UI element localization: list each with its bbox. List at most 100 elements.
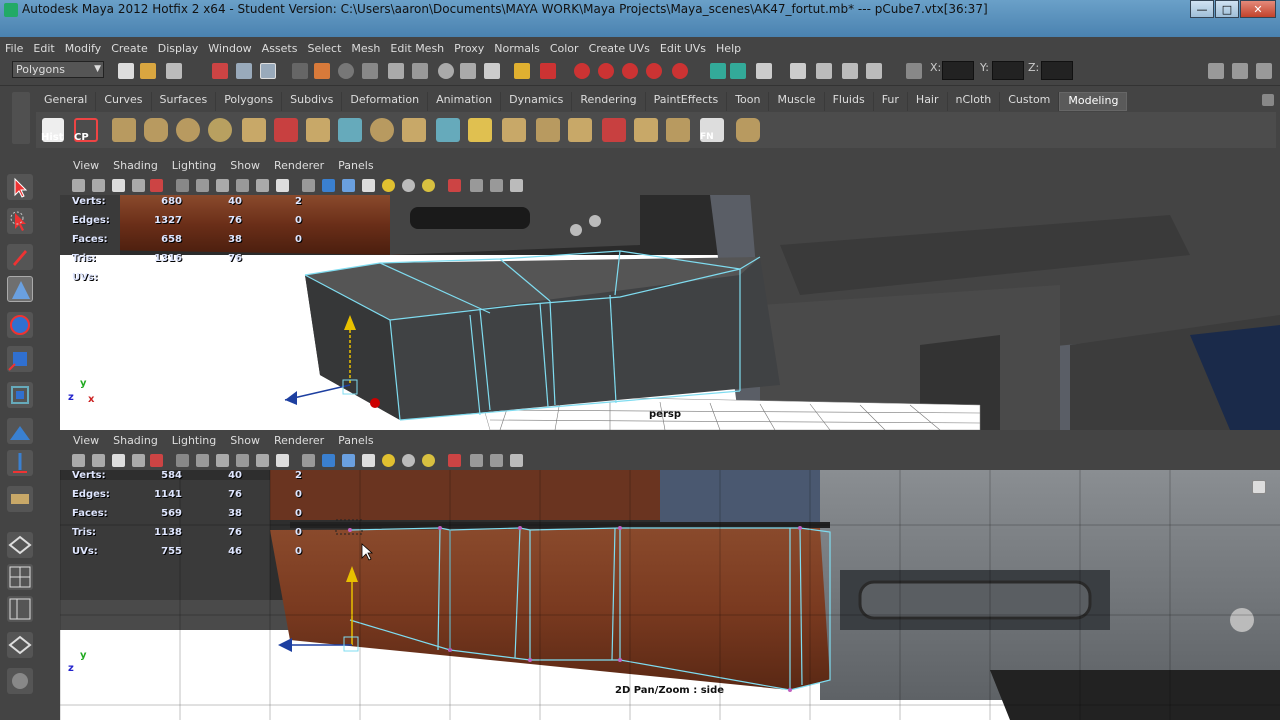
isolate-select-icon[interactable] (448, 179, 461, 192)
wireframe-icon[interactable] (302, 179, 315, 192)
menu-create-uvs[interactable]: Create UVs (584, 42, 655, 55)
tab-painteffects[interactable]: PaintEffects (646, 92, 728, 111)
shelf-menu-icon[interactable] (1262, 94, 1274, 106)
ipr-render-icon[interactable] (842, 63, 858, 79)
output-ops-icon[interactable] (730, 63, 746, 79)
viewport-corner-icon[interactable] (1252, 480, 1266, 494)
persp-outliner-layout-icon[interactable] (7, 596, 33, 622)
vp2-shadows-icon[interactable] (402, 454, 415, 467)
resolution-gate-icon[interactable] (216, 179, 229, 192)
input-ops-icon[interactable] (710, 63, 726, 79)
vp-menu-lighting[interactable]: Lighting (165, 159, 223, 176)
vp2-lighting-icon[interactable] (422, 454, 435, 467)
select-by-face-icon[interactable] (388, 63, 404, 79)
menu-edit[interactable]: Edit (28, 42, 59, 55)
vp2-gate-mask-icon[interactable] (236, 454, 249, 467)
menu-window[interactable]: Window (203, 42, 256, 55)
snap-to-plane-icon[interactable] (646, 63, 662, 79)
snap-to-curve-icon[interactable] (598, 63, 614, 79)
side-scene[interactable]: Verts: 584 40 2 Edges: 1141 76 0 Faces: 569 38 0 … (60, 470, 1280, 720)
snap-to-point-icon[interactable] (622, 63, 638, 79)
vp2-field-chart-icon[interactable] (256, 454, 269, 467)
vp2-menu-panels[interactable]: Panels (331, 434, 380, 451)
merge-icon[interactable] (568, 118, 592, 142)
vp2-wireframe-on-shaded-icon[interactable] (342, 454, 355, 467)
vp2-menu-renderer[interactable]: Renderer (267, 434, 331, 451)
tab-deformation[interactable]: Deformation (342, 92, 429, 111)
snap-live-icon[interactable] (672, 63, 688, 79)
field-chart-icon[interactable] (256, 179, 269, 192)
tab-surfaces[interactable]: Surfaces (152, 92, 217, 111)
delete-edge-icon[interactable] (602, 118, 626, 142)
textured-icon[interactable] (362, 179, 375, 192)
four-pane-layout-icon[interactable] (7, 564, 33, 590)
boolean-icon[interactable] (370, 118, 394, 142)
vp2-image-plane-icon[interactable] (132, 454, 145, 467)
vp2-bookmark-icon[interactable] (112, 454, 125, 467)
z-input[interactable] (1041, 61, 1073, 80)
hypershade-layout-icon[interactable] (7, 668, 33, 694)
image-plane-icon[interactable] (132, 179, 145, 192)
tab-ncloth[interactable]: nCloth (948, 92, 1001, 111)
vp2-smooth-shade-icon[interactable] (322, 454, 335, 467)
combine-icon[interactable] (242, 118, 266, 142)
menu-set-dropdown[interactable]: Polygons ▼ (12, 61, 104, 78)
soft-mod-tool-icon[interactable] (7, 418, 33, 444)
menu-select[interactable]: Select (302, 42, 346, 55)
vp2-camera-icon[interactable] (72, 454, 85, 467)
film-gate-icon[interactable] (196, 179, 209, 192)
menu-assets[interactable]: Assets (257, 42, 303, 55)
manipulator-tool-icon[interactable] (7, 382, 33, 408)
scale-tool-icon[interactable] (7, 346, 33, 372)
render-view-icon[interactable] (790, 63, 806, 79)
vp-menu-show[interactable]: Show (223, 159, 267, 176)
vp2-safe-action-icon[interactable] (276, 454, 289, 467)
tab-curves[interactable]: Curves (96, 92, 152, 111)
camera-attributes-icon[interactable] (92, 179, 105, 192)
y-input[interactable] (992, 61, 1024, 80)
safe-action-icon[interactable] (276, 179, 289, 192)
lock-selection-icon[interactable] (514, 63, 530, 79)
bevel-icon[interactable] (536, 118, 560, 142)
select-hierarchy-icon[interactable] (212, 63, 228, 79)
tab-fluids[interactable]: Fluids (825, 92, 874, 111)
render-settings-icon[interactable] (866, 63, 882, 79)
select-by-line-icon[interactable] (362, 63, 378, 79)
side-viewport[interactable]: View Shading Lighting Show Renderer Pane… (44, 433, 1280, 720)
maximize-button[interactable]: □ (1215, 0, 1239, 18)
open-scene-icon[interactable] (140, 63, 156, 79)
select-object-icon[interactable] (236, 63, 252, 79)
poly-torus-icon[interactable] (208, 118, 232, 142)
perspective-viewport[interactable]: View Shading Lighting Show Renderer Pane… (44, 158, 1280, 430)
select-by-misc-icon[interactable] (484, 63, 500, 79)
wireframe-on-shaded-icon[interactable] (342, 179, 355, 192)
tool-settings-toggle-icon[interactable] (1256, 63, 1272, 79)
tab-fur[interactable]: Fur (874, 92, 908, 111)
vp-menu-panels[interactable]: Panels (331, 159, 380, 176)
tab-toon[interactable]: Toon (727, 92, 770, 111)
xray-icon[interactable] (470, 179, 483, 192)
highlight-selection-icon[interactable] (540, 63, 556, 79)
smooth-shade-icon[interactable] (322, 179, 335, 192)
select-component-icon[interactable] (260, 63, 276, 79)
menu-file[interactable]: File (0, 42, 28, 55)
vp2-menu-view[interactable]: View (66, 434, 106, 451)
menu-edit-uvs[interactable]: Edit UVs (655, 42, 711, 55)
select-tool-icon[interactable] (7, 174, 33, 200)
vp2-camera-attributes-icon[interactable] (92, 454, 105, 467)
separate-icon[interactable] (274, 118, 298, 142)
vp2-grid-icon[interactable] (176, 454, 189, 467)
x-input[interactable] (942, 61, 974, 80)
menu-modify[interactable]: Modify (60, 42, 106, 55)
vp2-hud-toggle-icon[interactable] (510, 454, 523, 467)
rotate-tool-icon[interactable] (7, 312, 33, 338)
select-by-vertex-icon[interactable] (314, 63, 330, 79)
grid-icon[interactable] (176, 179, 189, 192)
tab-dynamics[interactable]: Dynamics (501, 92, 573, 111)
smooth-icon[interactable] (338, 118, 362, 142)
vp2-textured-icon[interactable] (362, 454, 375, 467)
poly-cube-icon[interactable] (112, 118, 136, 142)
menu-mesh[interactable]: Mesh (346, 42, 385, 55)
menu-edit-mesh[interactable]: Edit Mesh (385, 42, 449, 55)
tab-muscle[interactable]: Muscle (769, 92, 825, 111)
